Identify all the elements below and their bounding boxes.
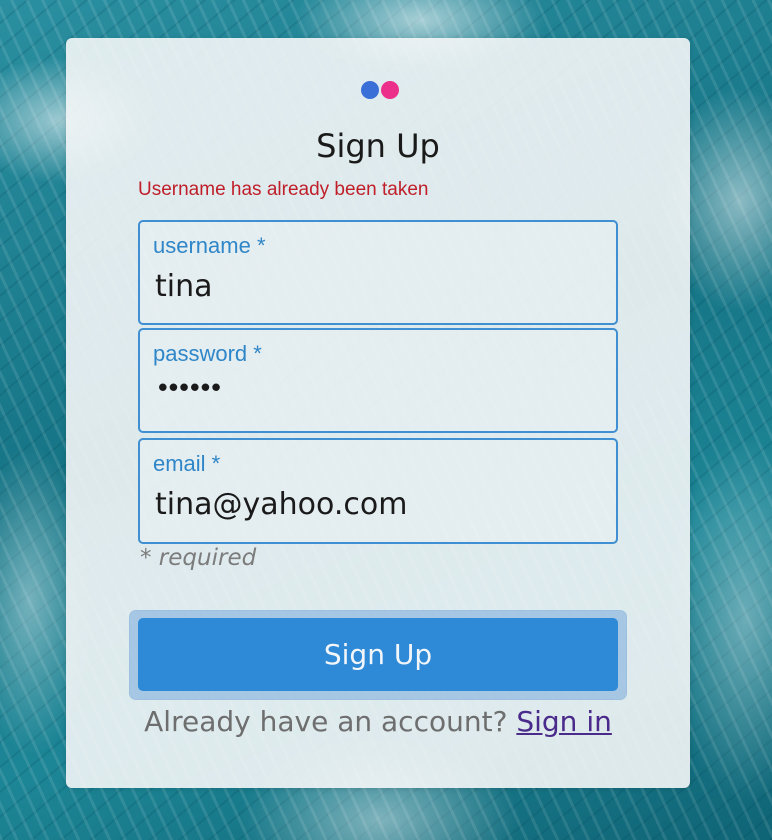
password-input[interactable]: ••••••: [155, 370, 224, 408]
logo-pink-dot: [381, 81, 399, 99]
sign-in-link[interactable]: Sign in: [516, 705, 612, 738]
error-message: Username has already been taken: [138, 179, 429, 200]
password-field[interactable]: password * ••••••: [138, 328, 618, 433]
app-logo: [361, 81, 401, 99]
signin-prompt-row: Already have an account? Sign in: [66, 704, 690, 740]
email-input[interactable]: tina@yahoo.com: [155, 486, 407, 524]
page-title: Sign Up: [316, 127, 440, 165]
signin-prompt-text: Already have an account?: [144, 705, 508, 738]
sign-up-button[interactable]: Sign Up: [138, 618, 618, 691]
signup-card: Sign Up Username has already been taken …: [66, 38, 690, 788]
email-field[interactable]: email * tina@yahoo.com: [138, 438, 618, 544]
username-label: username *: [153, 233, 266, 258]
required-note: * required: [140, 545, 257, 571]
username-field[interactable]: username * tina: [138, 220, 618, 325]
username-input[interactable]: tina: [155, 268, 213, 306]
password-label: password *: [153, 341, 262, 366]
email-label: email *: [153, 451, 221, 476]
logo-blue-dot: [361, 81, 379, 99]
